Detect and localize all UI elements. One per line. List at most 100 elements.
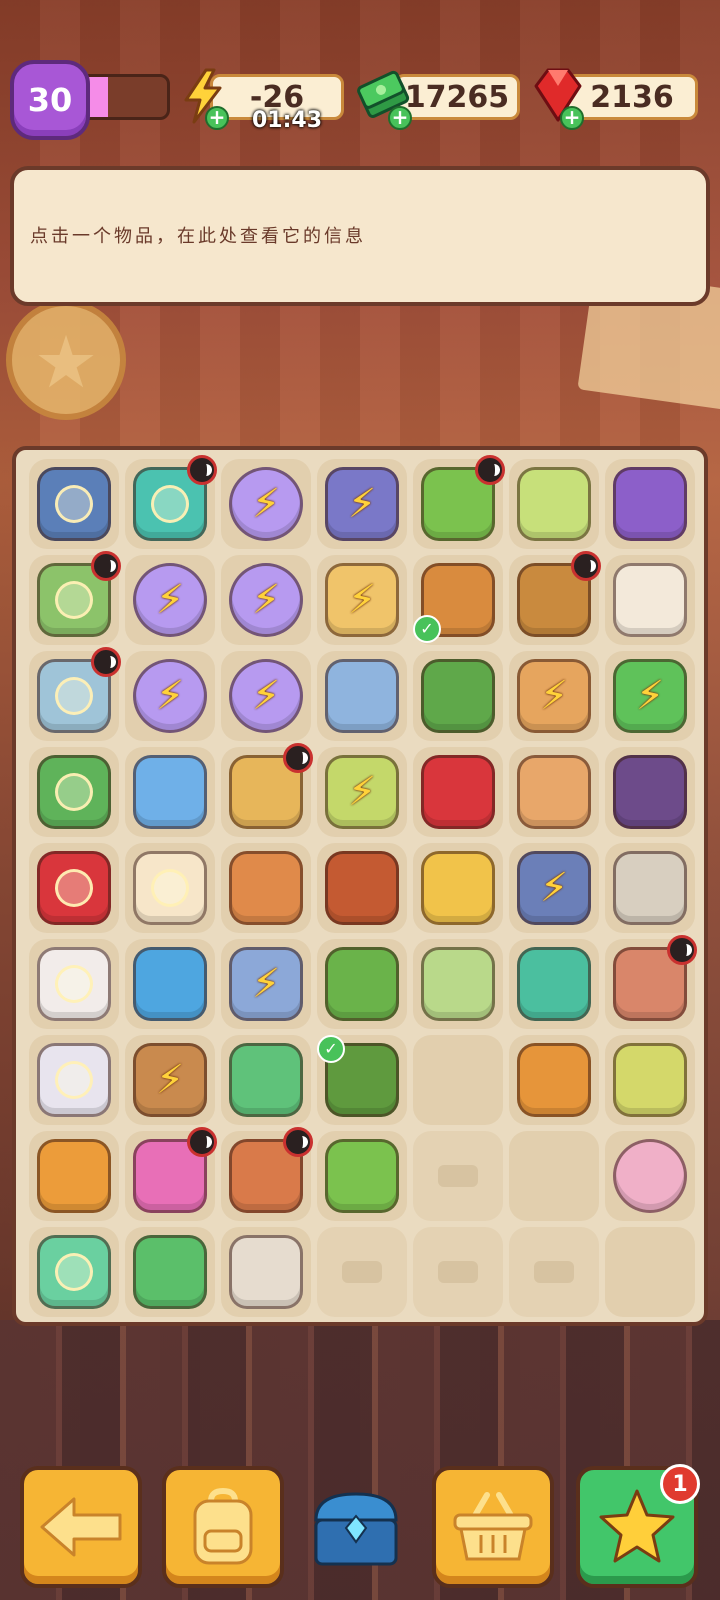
board-cell[interactable] — [29, 1227, 119, 1317]
board-cell[interactable] — [29, 843, 119, 933]
board-cell[interactable] — [413, 651, 503, 741]
bonsai-icon[interactable] — [325, 947, 399, 1021]
board-cell[interactable]: ⚡ — [605, 651, 695, 741]
sunglasses-icon[interactable] — [133, 755, 207, 829]
board-cell[interactable] — [29, 647, 121, 741]
board-cell[interactable] — [125, 1127, 217, 1221]
board-cell[interactable]: ✓ — [317, 1035, 407, 1125]
board-cell[interactable] — [413, 747, 503, 837]
board-cell[interactable] — [605, 935, 697, 1029]
board-cell[interactable]: ⚡ — [509, 651, 599, 741]
hair-dryer-icon[interactable] — [613, 755, 687, 829]
board-cell[interactable] — [509, 459, 599, 549]
board-cell[interactable] — [221, 1227, 311, 1317]
cards-icon[interactable] — [613, 563, 687, 637]
board-cell[interactable] — [221, 1127, 313, 1221]
board-cell[interactable]: ⚡ — [221, 459, 311, 549]
board-cell[interactable] — [509, 747, 599, 837]
poster-icon[interactable] — [421, 851, 495, 925]
board-cell[interactable] — [605, 459, 695, 549]
energy-coin-bag-icon[interactable]: ⚡ — [325, 755, 399, 829]
vase-icon[interactable] — [325, 659, 399, 733]
board-cell[interactable] — [317, 651, 407, 741]
board-cell[interactable] — [317, 1227, 407, 1317]
add-gems-button[interactable]: + — [560, 106, 584, 130]
board-cell[interactable] — [509, 939, 599, 1029]
detergent-bottle-icon[interactable] — [517, 467, 591, 541]
board-cell[interactable] — [29, 939, 119, 1029]
honey-jar-icon[interactable] — [37, 1139, 111, 1213]
board-cell[interactable] — [509, 551, 601, 645]
board-cell[interactable]: ✓ — [413, 555, 503, 645]
board-cell[interactable] — [125, 455, 217, 549]
flower-bush-icon[interactable] — [421, 659, 495, 733]
board-cell[interactable]: ⚡ — [317, 747, 407, 837]
board-cell[interactable]: ⚡ — [317, 459, 407, 549]
board-cell[interactable] — [605, 747, 695, 837]
small-tree-icon[interactable] — [229, 1043, 303, 1117]
board-cell[interactable]: ⚡ — [221, 651, 311, 741]
board-cell[interactable] — [125, 843, 215, 933]
energy-box-icon[interactable]: ⚡ — [325, 563, 399, 637]
board-cell[interactable]: ⚡ — [509, 843, 599, 933]
energy-orb-icon[interactable]: ⚡ — [133, 659, 207, 733]
broom-brush-icon[interactable] — [133, 1235, 207, 1309]
energy-scroll-icon[interactable]: ⚡ — [229, 947, 303, 1021]
board-cell[interactable] — [605, 843, 695, 933]
energy-orb-icon[interactable]: ⚡ — [229, 563, 303, 637]
board-cell[interactable]: ⚡ — [317, 555, 407, 645]
board-cell[interactable] — [509, 1131, 599, 1221]
energy-tools-icon[interactable]: ⚡ — [517, 851, 591, 925]
board-cell[interactable] — [317, 939, 407, 1029]
board-cell[interactable] — [605, 555, 695, 645]
add-energy-button[interactable]: + — [205, 106, 229, 130]
energy-orb-icon[interactable]: ⚡ — [133, 563, 207, 637]
board-cell[interactable] — [125, 939, 215, 1029]
board-cell[interactable] — [413, 939, 503, 1029]
energy-crate-pots-icon[interactable]: ⚡ — [133, 1043, 207, 1117]
board-cell[interactable]: ⚡ — [221, 555, 311, 645]
level-badge[interactable]: 30 — [10, 60, 90, 140]
backpack-button[interactable] — [162, 1466, 284, 1588]
red-tray-icon[interactable] — [421, 755, 495, 829]
soap-bar-icon[interactable] — [421, 947, 495, 1021]
energy-cardboard-box-icon[interactable]: ⚡ — [517, 659, 591, 733]
tasks-star-button[interactable]: 1 — [576, 1464, 700, 1588]
board-cell[interactable] — [29, 1035, 119, 1125]
board-cell[interactable] — [605, 1035, 695, 1125]
board-cell[interactable] — [509, 1035, 599, 1125]
board-cell[interactable] — [413, 1131, 503, 1221]
board-cell[interactable] — [413, 1035, 503, 1125]
board-cell[interactable]: ⚡ — [125, 555, 215, 645]
board-cell[interactable]: ⚡ — [125, 651, 215, 741]
add-cash-button[interactable]: + — [388, 106, 412, 130]
board-cell[interactable] — [317, 1131, 407, 1221]
board-cell[interactable] — [413, 455, 505, 549]
spotlight-icon[interactable] — [613, 467, 687, 541]
back-button[interactable] — [20, 1466, 142, 1588]
gold-coin-bag-icon[interactable] — [613, 1043, 687, 1117]
board-cell[interactable] — [413, 843, 503, 933]
board-cell[interactable]: ⚡ — [221, 939, 311, 1029]
board-cell[interactable] — [605, 1131, 695, 1221]
board-cell[interactable] — [125, 747, 215, 837]
red-panda-icon[interactable] — [325, 851, 399, 925]
energy-tree-icon[interactable]: ⚡ — [613, 659, 687, 733]
board-cell[interactable] — [221, 843, 311, 933]
board-cell[interactable] — [221, 743, 313, 837]
board-cell[interactable] — [29, 1131, 119, 1221]
footprint-bag-icon[interactable] — [229, 1235, 303, 1309]
energy-orb-icon[interactable]: ⚡ — [229, 467, 303, 541]
scissors-tag-icon[interactable] — [133, 947, 207, 1021]
sprout-pot-icon[interactable] — [325, 1139, 399, 1213]
board-cell[interactable] — [29, 459, 119, 549]
hourglass-icon[interactable] — [229, 851, 303, 925]
rainbow-panda-icon[interactable] — [613, 1139, 687, 1213]
board-cell[interactable] — [605, 1227, 695, 1317]
stacked-boxes-icon[interactable] — [517, 755, 591, 829]
magnifier-icon[interactable] — [517, 1043, 591, 1117]
shop-basket-button[interactable] — [432, 1466, 554, 1588]
board-cell[interactable] — [509, 1227, 599, 1317]
board-cell[interactable] — [221, 1035, 311, 1125]
board-cell[interactable] — [29, 747, 119, 837]
